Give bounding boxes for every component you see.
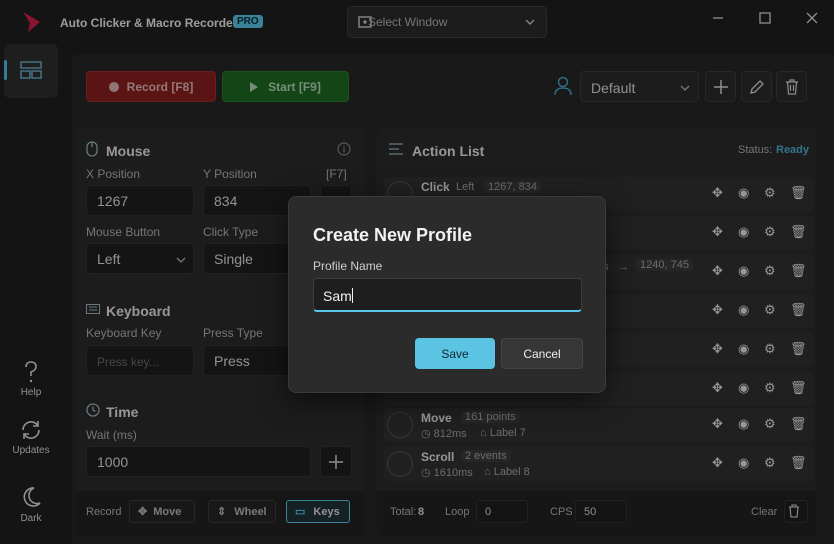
profile-name-input[interactable]: Sam — [313, 278, 582, 312]
cancel-button[interactable]: Cancel — [501, 338, 583, 369]
save-button[interactable]: Save — [415, 338, 495, 369]
dialog-title: Create New Profile — [313, 225, 473, 245]
profile-name-label: Profile Name — [313, 259, 383, 273]
text-caret — [351, 288, 353, 303]
profile-name-value: Sam — [323, 288, 352, 304]
create-profile-dialog: Create New Profile Profile Name Sam Save… — [288, 196, 606, 393]
